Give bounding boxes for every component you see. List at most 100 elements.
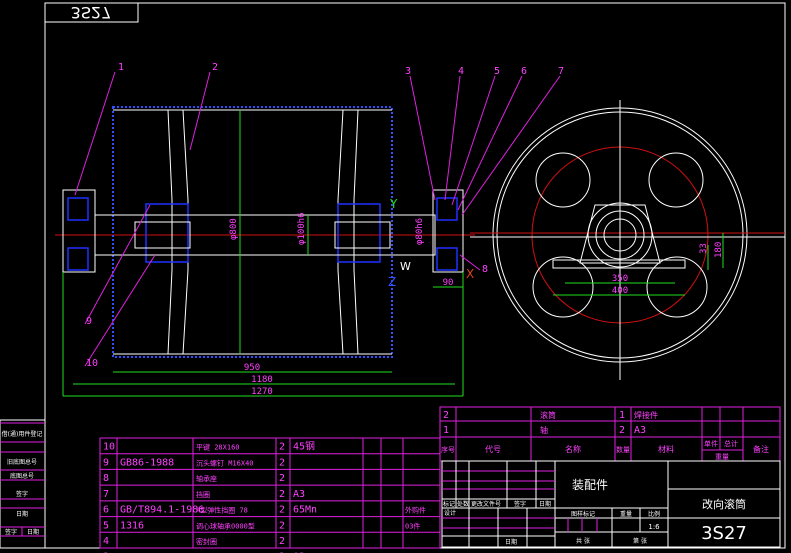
svg-text:3: 3 xyxy=(405,66,411,77)
svg-text:代号: 代号 xyxy=(485,444,501,454)
parts-name: 调心球轴承0000型 xyxy=(196,521,255,530)
parts-qty: 2 xyxy=(279,489,285,500)
parts-no: 10 xyxy=(103,442,115,453)
svg-text:比例: 比例 xyxy=(648,510,660,518)
svg-text:材料: 材料 xyxy=(658,444,674,454)
svg-text:33: 33 xyxy=(699,243,709,254)
svg-text:重量: 重量 xyxy=(715,453,729,461)
parts-list: 10 平键 28X160 2 45钢 9 GB86-1988 沉头螺钉 M16X40 2 8 轴承… xyxy=(99,437,441,553)
svg-text:标记: 标记 xyxy=(443,500,455,508)
svg-text:1270: 1270 xyxy=(251,387,273,397)
svg-text:Z: Z xyxy=(388,275,396,289)
left-strip: 借(通)用件登记 旧底图总号 底图总号 签字 日期 签字 日期 xyxy=(0,419,46,549)
parts-name: A型弹性挡圈 78 xyxy=(196,506,248,515)
svg-text:数量: 数量 xyxy=(616,445,630,454)
parts-no: 6 xyxy=(103,505,109,516)
side-view: 350 400 33 180 xyxy=(470,100,785,380)
parts-qty: 2 xyxy=(279,505,285,516)
parts-name: 挡圈 xyxy=(196,490,210,499)
svg-text:借(通)用件登记: 借(通)用件登记 xyxy=(2,430,43,438)
svg-text:φ800: φ800 xyxy=(229,218,239,240)
svg-text:90: 90 xyxy=(443,278,454,288)
parts-no: 8 xyxy=(103,473,109,484)
svg-text:180: 180 xyxy=(714,242,724,258)
svg-text:1180: 1180 xyxy=(251,375,273,385)
svg-text:2: 2 xyxy=(619,425,625,436)
svg-text:8: 8 xyxy=(482,264,488,275)
svg-text:4: 4 xyxy=(458,66,464,77)
svg-text:备注: 备注 xyxy=(753,444,769,454)
parts-qty: 2 xyxy=(279,520,285,531)
hub-right xyxy=(337,203,381,263)
svg-text:1: 1 xyxy=(443,425,449,436)
mirrored-code: 3S27 xyxy=(71,3,112,22)
parts-qty: 2 xyxy=(279,536,285,547)
svg-text:签字: 签字 xyxy=(16,490,28,498)
svg-text:日期: 日期 xyxy=(505,538,517,546)
svg-text:名称: 名称 xyxy=(565,444,581,454)
parts-note: 外购件 xyxy=(405,506,426,515)
svg-text:重量: 重量 xyxy=(620,510,632,518)
parts-qty: 2 xyxy=(279,442,285,453)
parts-material: 65Mn xyxy=(293,505,317,516)
svg-text:7: 7 xyxy=(558,66,564,77)
title-block: 2 滚筒 1 焊接件 1 轴 2 A3 序号 代号 名称 数量 材料 单件 总计… xyxy=(439,406,781,548)
svg-text:A3: A3 xyxy=(634,425,646,436)
parts-qty: 2 xyxy=(279,473,285,484)
end-disc-right xyxy=(337,109,359,355)
end-disc-left xyxy=(167,109,189,355)
parts-name: 轴承座 xyxy=(196,474,217,483)
svg-text:图样标记: 图样标记 xyxy=(571,510,595,518)
svg-text:更改文件号: 更改文件号 xyxy=(471,500,501,508)
parts-qty: 2 xyxy=(279,457,285,468)
parts-no: 7 xyxy=(103,489,109,500)
parts-no: 4 xyxy=(103,536,109,547)
parts-material: A3 xyxy=(293,489,305,500)
svg-text:φ100h6: φ100h6 xyxy=(297,212,307,245)
parts-name: 平键 28X160 xyxy=(196,443,240,452)
svg-text:400: 400 xyxy=(612,286,628,296)
parts-name: 沉头螺钉 M16X40 xyxy=(196,458,254,467)
svg-text:X: X xyxy=(466,267,474,281)
svg-text:总计: 总计 xyxy=(724,439,738,448)
drum-shell xyxy=(112,106,393,358)
svg-text:1: 1 xyxy=(619,410,625,421)
svg-text:滚筒: 滚筒 xyxy=(540,410,556,420)
svg-text:5: 5 xyxy=(494,66,500,77)
svg-text:9: 9 xyxy=(86,316,92,327)
svg-text:第 张: 第 张 xyxy=(633,537,647,545)
svg-text:装配件: 装配件 xyxy=(572,478,608,492)
cad-drawing: 3S27 借(通)用件登记 旧底图总号 底图总号 签字 日期 签字 日期 φ80… xyxy=(0,2,786,553)
svg-text:日期: 日期 xyxy=(16,510,28,518)
svg-text:处数: 处数 xyxy=(457,500,469,508)
svg-text:1: 1 xyxy=(118,62,124,73)
svg-text:Y: Y xyxy=(389,197,398,211)
svg-text:单件: 单件 xyxy=(704,439,718,448)
svg-text:950: 950 xyxy=(244,363,260,373)
svg-text:2: 2 xyxy=(212,62,218,73)
hub-left xyxy=(145,203,189,263)
svg-text:轴: 轴 xyxy=(540,425,548,435)
svg-text:序号: 序号 xyxy=(441,445,455,454)
parts-code: GB/T894.1-1986 xyxy=(120,505,204,516)
parts-name: 密封圈 xyxy=(196,537,217,546)
svg-text:底图总号: 底图总号 xyxy=(10,472,34,480)
svg-text:3S27: 3S27 xyxy=(71,3,112,22)
svg-text:旧底图总号: 旧底图总号 xyxy=(7,458,37,466)
parts-no: 5 xyxy=(103,520,109,531)
svg-text:焊接件: 焊接件 xyxy=(634,410,658,420)
svg-text:共 张: 共 张 xyxy=(576,537,590,545)
svg-text:签字: 签字 xyxy=(5,528,17,536)
svg-text:W: W xyxy=(400,260,411,273)
svg-text:10: 10 xyxy=(86,358,98,369)
svg-text:1:6: 1:6 xyxy=(648,523,660,531)
svg-text:日期: 日期 xyxy=(539,500,551,508)
svg-text:350: 350 xyxy=(612,274,628,284)
svg-text:6: 6 xyxy=(521,66,527,77)
front-view: φ800 φ100h6 φ80h6 950 1180 1270 90 Y X Z… xyxy=(55,106,475,397)
parts-note: 03件 xyxy=(405,521,420,530)
parts-code: GB86-1988 xyxy=(120,457,174,468)
parts-no: 9 xyxy=(103,457,109,468)
svg-text:φ80h6: φ80h6 xyxy=(415,218,425,245)
parts-material: 45钢 xyxy=(293,440,315,453)
